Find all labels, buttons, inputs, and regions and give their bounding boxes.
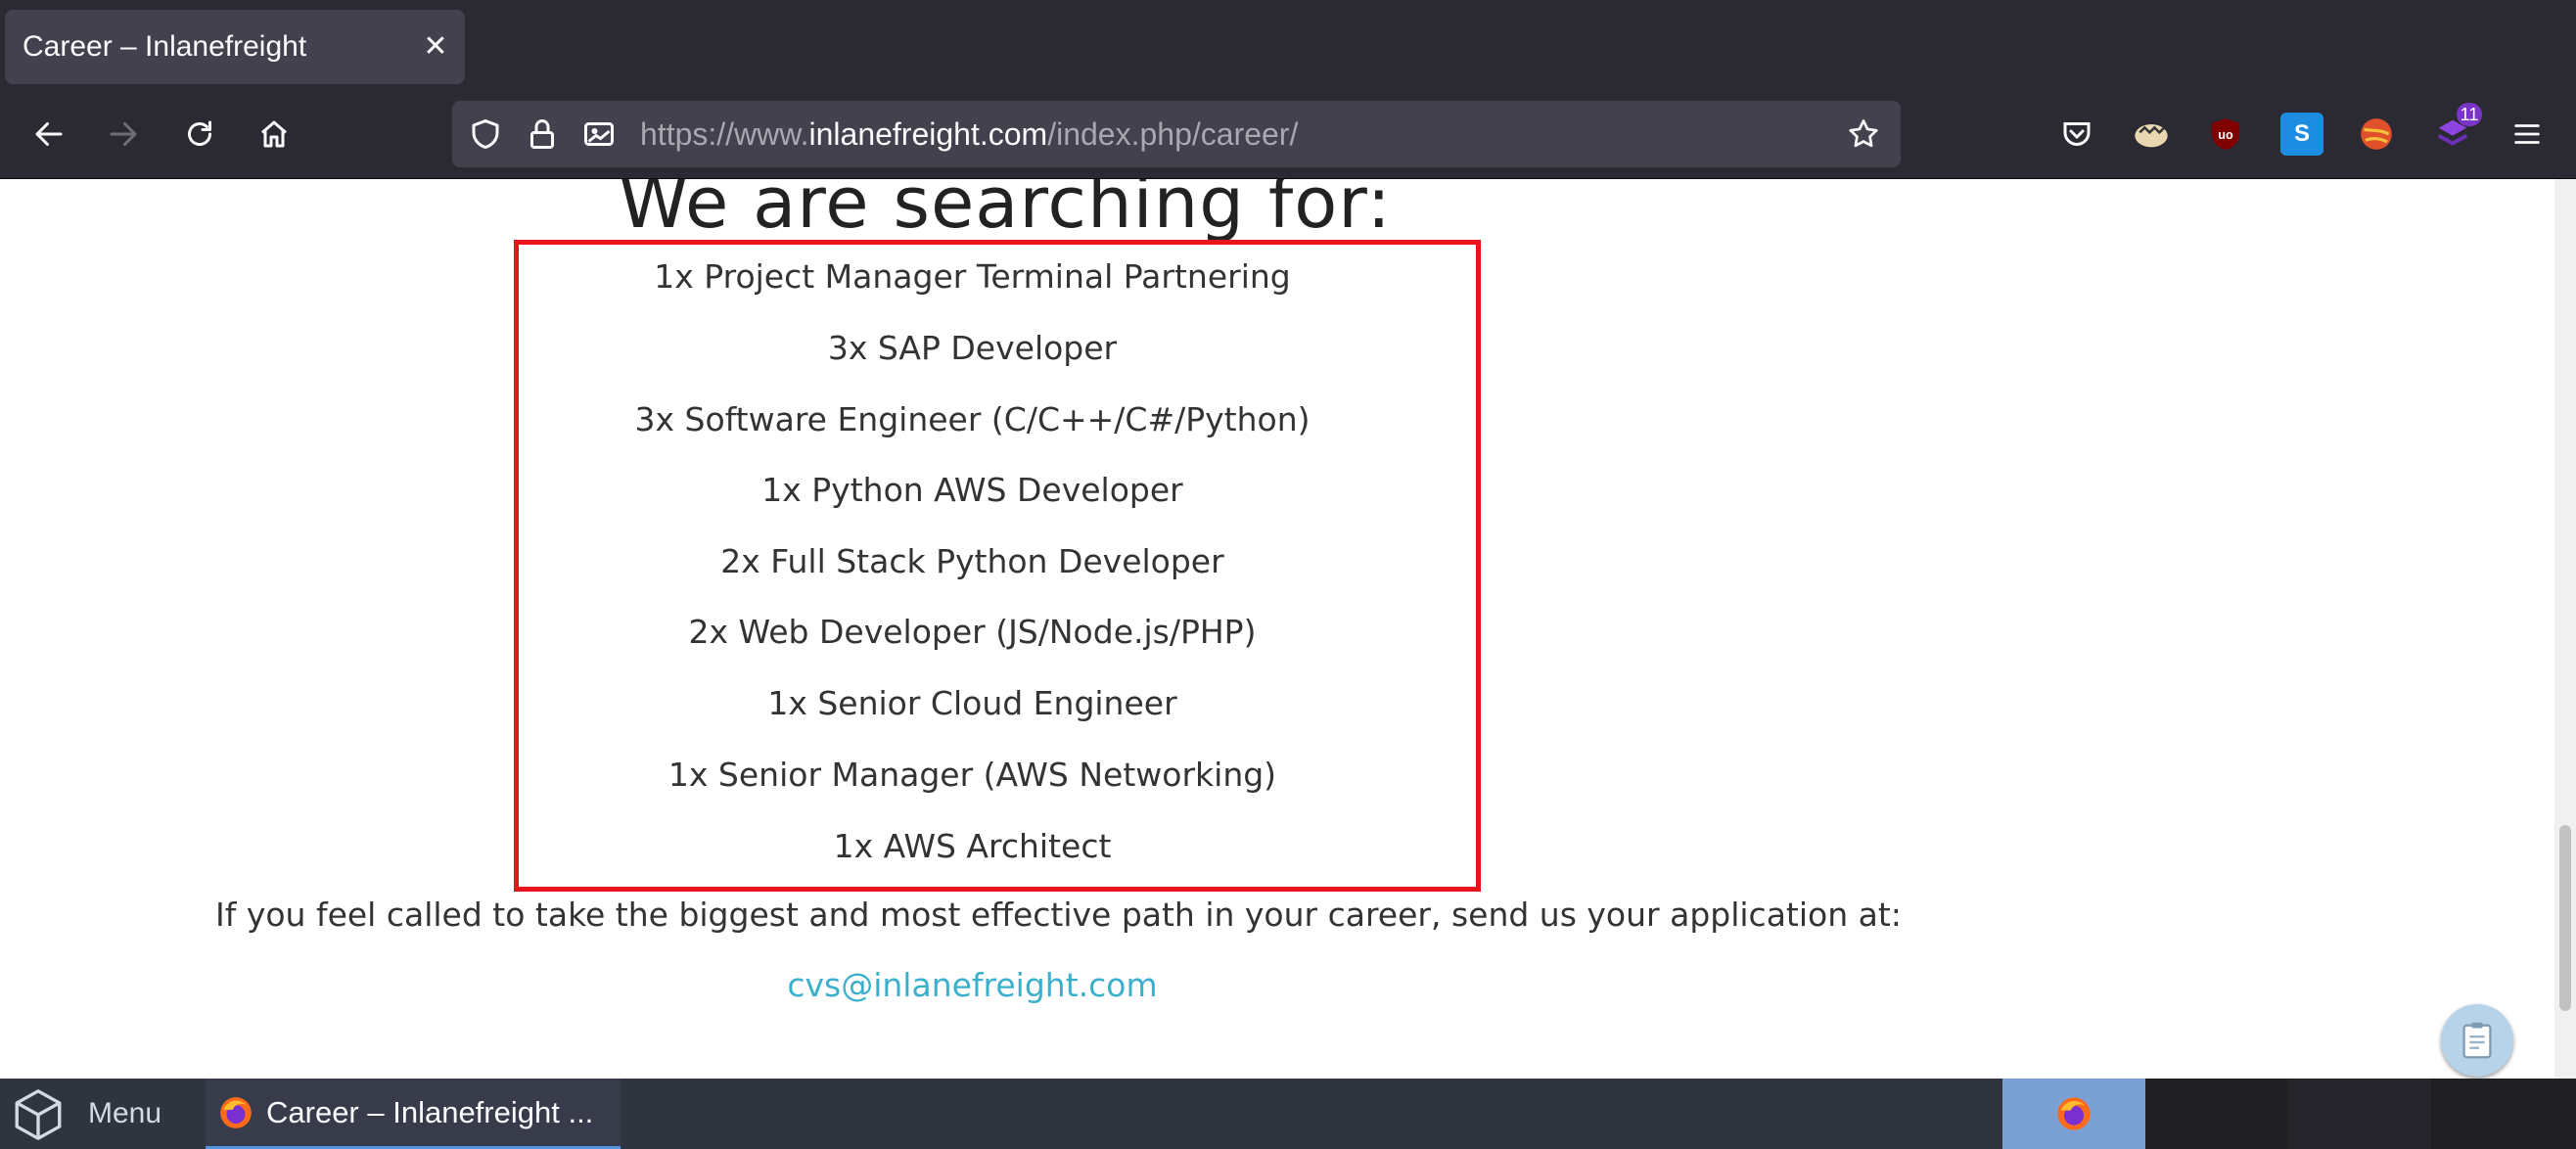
tracking-protection-shield-icon[interactable] xyxy=(468,116,503,152)
back-arrow-icon xyxy=(35,122,63,146)
desktop-taskbar: Menu Career – Inlanefreight ... xyxy=(0,1079,2576,1149)
svg-text:uo: uo xyxy=(2218,128,2233,142)
home-icon xyxy=(261,120,287,148)
forward-button[interactable] xyxy=(102,113,145,156)
firefox-icon xyxy=(220,1097,252,1128)
scrollbar-thumb[interactable] xyxy=(2559,825,2571,1011)
extension-ball-button[interactable] xyxy=(2355,113,2398,156)
browser-tab[interactable]: Career – Inlanefreight ✕ xyxy=(5,10,465,84)
vertical-scrollbar[interactable] xyxy=(2554,179,2576,1079)
workspace-4[interactable] xyxy=(2431,1079,2576,1149)
job-item: 3x SAP Developer xyxy=(827,329,1118,367)
taskbar-window-label: Career – Inlanefreight ... xyxy=(266,1095,594,1129)
clipboard-button[interactable] xyxy=(2441,1004,2513,1077)
menu-label[interactable]: Menu xyxy=(88,1079,161,1149)
taskbar-window-button[interactable]: Career – Inlanefreight ... xyxy=(206,1079,621,1149)
job-list: 1x Project Manager Terminal Partnering 3… xyxy=(0,179,1945,865)
page-permissions-icon[interactable] xyxy=(581,116,617,152)
job-item: 1x Senior Cloud Engineer xyxy=(767,684,1177,722)
extension-badge: 11 xyxy=(2457,103,2482,126)
app-menu-button[interactable] xyxy=(2506,113,2549,156)
reload-button[interactable] xyxy=(178,113,221,156)
url-text[interactable]: https://www.inlanefreight.com/index.php/… xyxy=(640,101,1298,167)
tab-strip: Career – Inlanefreight ✕ xyxy=(0,0,2576,89)
s-extension-icon: S xyxy=(2293,120,2310,147)
back-button[interactable] xyxy=(27,113,70,156)
job-item: 1x Python AWS Developer xyxy=(761,471,1183,509)
menu-cube-icon[interactable] xyxy=(10,1086,67,1143)
page-viewport: We are searching for: 1x Project Manager… xyxy=(0,179,2554,1079)
pocket-icon xyxy=(2063,122,2091,146)
bookmark-star-icon[interactable] xyxy=(1846,116,1881,152)
close-tab-icon[interactable]: ✕ xyxy=(420,31,451,63)
cookie-extension-icon xyxy=(2135,124,2168,148)
job-item: 3x Software Engineer (C/C++/C#/Python) xyxy=(634,400,1311,438)
tab-title: Career – Inlanefreight xyxy=(23,30,307,63)
application-prompt: If you feel called to take the biggest a… xyxy=(215,896,1902,934)
ball-extension-icon xyxy=(2361,118,2392,150)
job-item: 1x AWS Architect xyxy=(833,827,1112,865)
url-prefix: https://www. xyxy=(640,116,809,152)
email-link[interactable]: cvs@inlanefreight.com xyxy=(0,966,1945,1004)
job-item: 2x Web Developer (JS/Node.js/PHP) xyxy=(688,613,1257,651)
job-item: 1x Project Manager Terminal Partnering xyxy=(654,257,1291,296)
tray-firefox-icon xyxy=(2057,1097,2091,1130)
ublock-origin-button[interactable]: uo xyxy=(2204,113,2247,156)
url-path: /index.php/career/ xyxy=(1047,116,1299,152)
pocket-button[interactable] xyxy=(2055,113,2098,156)
job-item: 2x Full Stack Python Developer xyxy=(720,542,1224,580)
s-extension-button[interactable]: S xyxy=(2280,113,2323,156)
extension-cookie-button[interactable] xyxy=(2130,113,2173,156)
tray-firefox-button[interactable] xyxy=(2002,1079,2145,1149)
reload-icon xyxy=(188,120,211,146)
workspace-2[interactable] xyxy=(2145,1079,2288,1149)
forward-arrow-icon xyxy=(110,122,137,146)
home-button[interactable] xyxy=(253,113,296,156)
url-bar[interactable]: https://www.inlanefreight.com/index.php/… xyxy=(452,101,1901,167)
workspace-3[interactable] xyxy=(2288,1079,2431,1149)
ublock-shield-icon: uo xyxy=(2211,118,2240,150)
hamburger-menu-icon xyxy=(2514,124,2540,144)
job-item: 1x Senior Manager (AWS Networking) xyxy=(667,756,1277,794)
navigation-toolbar: https://www.inlanefreight.com/index.php/… xyxy=(0,89,2576,179)
lock-icon[interactable] xyxy=(525,116,560,152)
url-domain: inlanefreight.com xyxy=(808,116,1048,152)
clipboard-icon xyxy=(2462,1022,2492,1059)
stack-extension-button[interactable]: 11 xyxy=(2431,103,2482,156)
